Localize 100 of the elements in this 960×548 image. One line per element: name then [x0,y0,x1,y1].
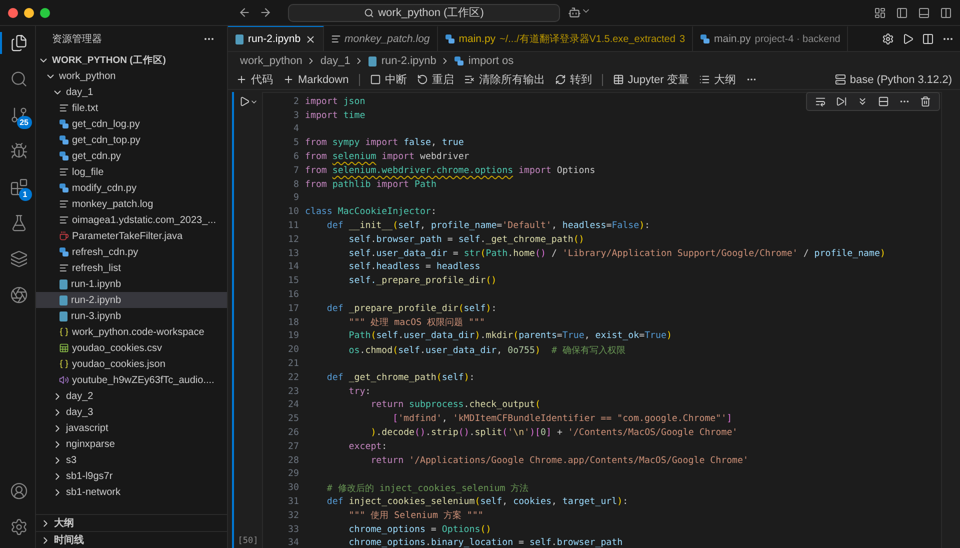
line-number: 8 [292,180,299,190]
breadcrumb-item[interactable]: day_1 [320,55,350,67]
code-line: ).decode().strip().split('\n')[0] + '/Contents/MacOS/Google Chrome' [370,428,738,438]
line-number: 7 [292,166,299,176]
count-badge: 25 [16,116,32,129]
breadcrumb-item[interactable]: run-2.ipynb [381,55,436,67]
code-line: def _get_chrome_path(self): [326,372,475,383]
breadcrumb-item[interactable]: import os [468,55,514,67]
count-badge: 1 [18,188,32,201]
command-center-field[interactable]: work_python (工作区) [288,4,560,22]
toolbar-button[interactable]: 清除所有输出 [464,72,545,87]
line-number: 14 [287,262,299,272]
code-line: import time [305,110,366,121]
code-line: try: [348,386,371,397]
line-number: 5 [292,138,299,148]
toolbar-button[interactable]: 大纲 [698,72,736,87]
line-number: 4 [292,124,299,134]
line-number: 31 [287,497,299,507]
code-line: except: [348,442,388,452]
code-line: self.user_data_dir = str(Path.home() / 'Library/Application Support/Google/Chrome' / profile_name) [348,248,886,259]
tab-description: ~/.../有道翻译登录器V1.5.exe_extracted [500,32,676,46]
collapsed-panel-header[interactable]: 时间线 [36,531,227,548]
editor-tab[interactable]: run-2.ipynb [228,26,324,51]
toolbar-button[interactable]: 转到 [554,72,592,87]
workspace-header[interactable]: WORK_PYTHON (工作区) [36,52,227,68]
code-line: """ 处理 macOS 权限问题 """ [348,316,485,330]
toolbar-button[interactable]: 重启 [416,72,454,87]
folder-item[interactable]: javascript [36,420,227,436]
file-item[interactable]: get_cdn_top.py [36,132,227,148]
problem-count: 3 [679,34,685,44]
code-line: self.browser_path = self._get_chrome_path() [348,234,584,245]
tab-label: monkey_patch.log [344,33,430,45]
line-number: 19 [287,331,299,342]
line-number: 15 [287,276,299,286]
file-item[interactable]: work_python.code-workspace [36,324,227,340]
code-line: self.headless = headless [348,262,480,272]
file-item[interactable]: ParameterTakeFilter.java [36,228,227,244]
file-item[interactable]: refresh_list [36,260,227,276]
code-line: Path(self.user_data_dir).mkdir(parents=True, exist_ok=True) [348,331,672,342]
file-item[interactable]: youdao_cookies.csv [36,340,227,356]
toolbar-button[interactable]: Markdown [283,74,349,86]
extensions-button[interactable]: 1 [0,176,36,198]
editor-tab[interactable]: monkey_patch.log [324,26,438,51]
code-line: from sympy import false, true [305,138,464,148]
sidebar-title: 资源管理器 [52,33,102,46]
source-control-button[interactable]: 25 [0,104,36,126]
code-line: import json [305,96,366,107]
line-number: 9 [292,193,299,204]
line-number: 28 [287,456,299,466]
line-number: 20 [287,345,299,356]
toolbar-button[interactable]: 中断 [370,72,407,87]
line-number: 16 [287,290,299,300]
line-number: 21 [287,359,299,370]
toolbar-button[interactable]: Jupyter 变量 [612,72,689,87]
collapsed-panel-header[interactable]: 大纲 [36,514,227,531]
folder-item[interactable]: nginxparse [36,436,227,452]
folder-item[interactable]: s3 [36,452,227,468]
breadcrumb-item[interactable]: work_python [240,55,302,67]
file-item[interactable]: oimagea1.ydstatic.com_2023_... [36,212,227,228]
code-line: ['mdfind', 'kMDItemCFBundleIdentifier == "com.google.Chrome"'] [392,414,732,424]
execution-count: [50] [238,536,258,546]
line-number: 17 [287,304,299,314]
folder-item[interactable]: day_1 [36,84,227,100]
file-item[interactable]: youtube_h9wZEy63fTc_audio.... [36,372,227,388]
file-item[interactable]: file.txt [36,100,227,116]
line-number: 12 [287,234,299,245]
line-number: 23 [287,386,299,397]
file-item[interactable]: youdao_cookies.json [36,356,227,372]
code-line: from pathlib import Path [305,180,436,190]
code-line: class MacCookieInjector: [305,207,436,218]
file-item[interactable]: modify_cdn.py [36,180,227,196]
file-item[interactable]: get_cdn_log.py [36,116,227,132]
folder-item[interactable]: work_python [36,68,227,84]
file-item[interactable]: run-1.ipynb [36,276,227,292]
line-number: 29 [287,469,299,480]
folder-item[interactable]: sb1-network [36,484,227,500]
file-item[interactable]: run-3.ipynb [36,308,227,324]
file-item[interactable]: log_file [36,164,227,180]
code-line: def _prepare_profile_dir(self): [326,304,497,314]
tab-label: run-2.ipynb [248,33,301,45]
code-line: chrome_options.binary_location = self.browser_path [348,538,623,548]
line-number: 13 [287,248,299,259]
line-number: 30 [287,483,299,494]
code-line: # 修改后的 inject_cookies_selenium 方法 [326,482,529,495]
folder-item[interactable]: day_2 [36,388,227,404]
file-item[interactable]: get_cdn.py [36,148,227,164]
line-number: 11 [287,221,299,232]
code-line: self._prepare_profile_dir() [348,276,497,286]
tab-label: main.py [714,33,751,45]
kernel-picker[interactable]: base (Python 3.12.2) [834,74,952,86]
toolbar-button[interactable]: 代码 [236,72,273,87]
file-item[interactable]: refresh_cdn.py [36,244,227,260]
file-item[interactable]: monkey_patch.log [36,196,227,212]
code-line: from selenium import webdriver [305,152,470,162]
folder-item[interactable]: day_3 [36,404,227,420]
line-number: 33 [287,524,299,535]
folder-item[interactable]: sb1-l9gs7r [36,468,227,484]
file-item[interactable]: run-2.ipynb [36,292,227,308]
line-number: 32 [287,510,299,521]
line-number: 27 [287,442,299,452]
